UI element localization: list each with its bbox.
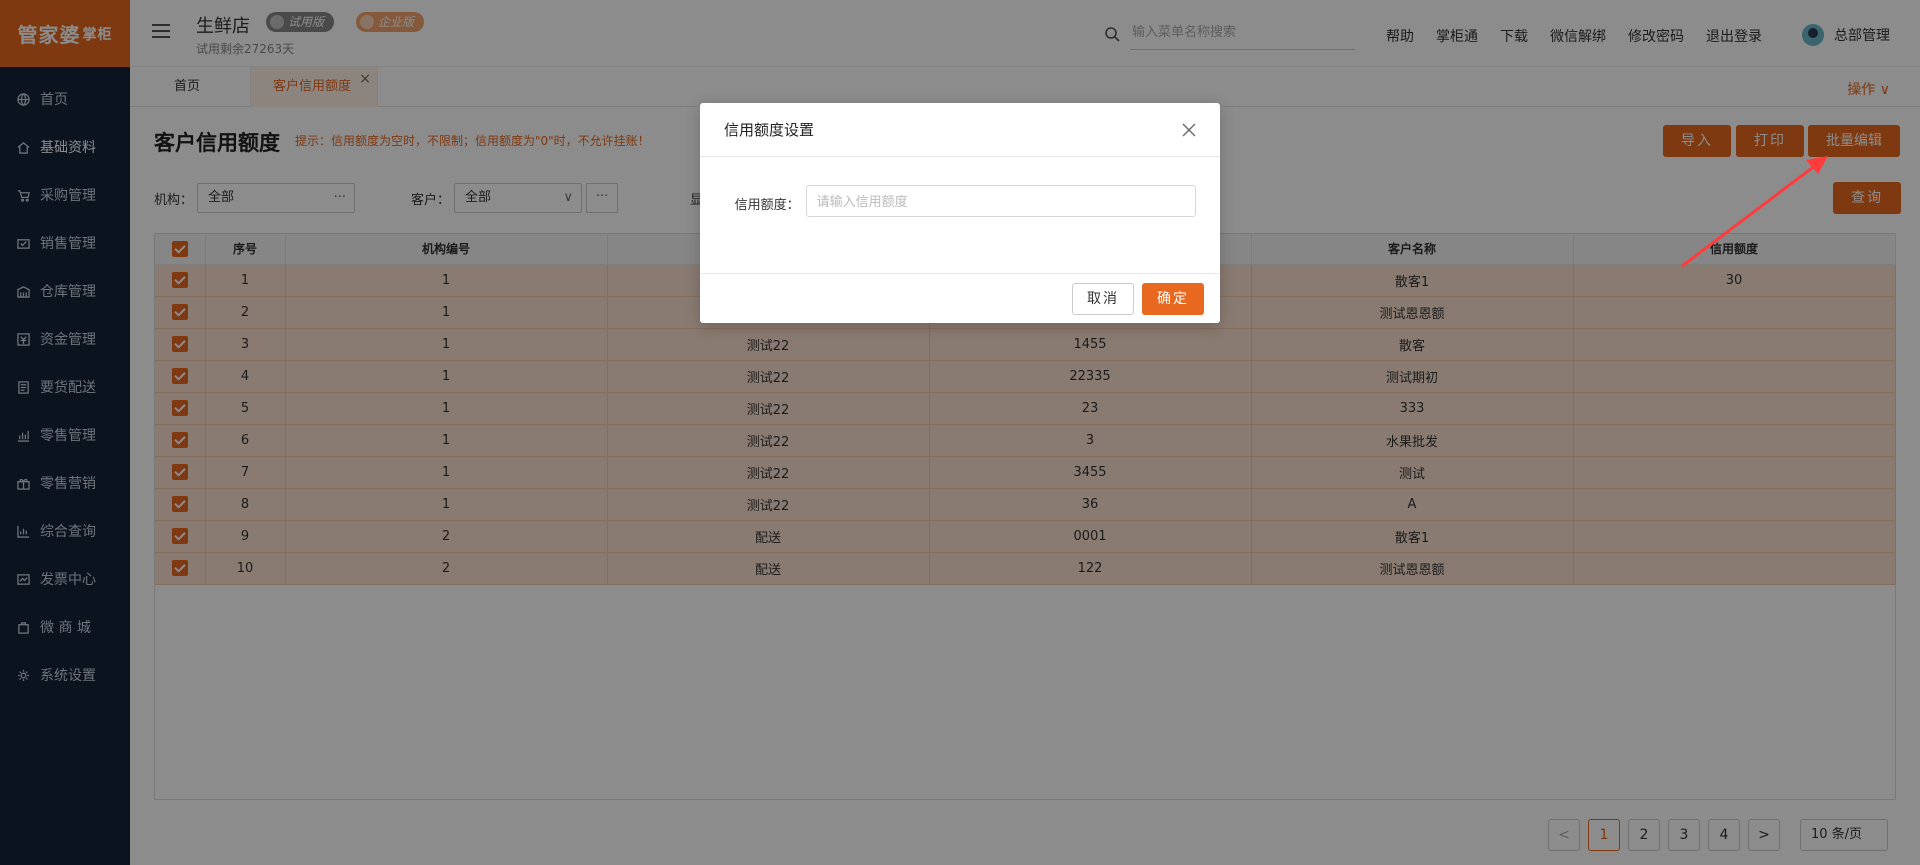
dialog-footer: 取消 确定	[700, 273, 1220, 323]
dialog-body: 信用额度：	[700, 157, 1220, 273]
dialog-title: 信用额度设置	[724, 121, 815, 139]
dialog-header: 信用额度设置	[700, 103, 1220, 157]
credit-limit-input[interactable]	[805, 185, 1196, 217]
cancel-button[interactable]: 取消	[1072, 282, 1134, 315]
confirm-button[interactable]: 确定	[1142, 282, 1204, 315]
credit-limit-dialog: 信用额度设置 信用额度： 取消 确定	[700, 103, 1220, 323]
close-icon[interactable]	[1182, 123, 1196, 137]
credit-limit-label: 信用额度：	[734, 198, 800, 213]
